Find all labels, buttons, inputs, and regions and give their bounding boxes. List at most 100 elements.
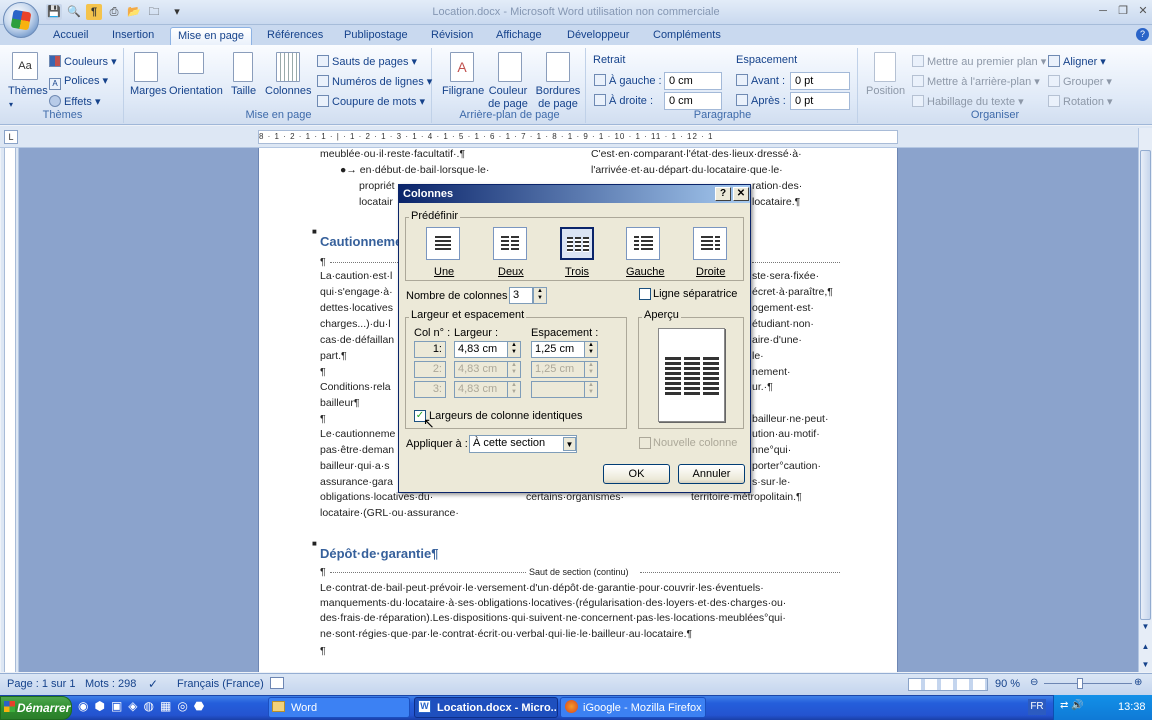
scrollbar-thumb[interactable] <box>1140 150 1151 620</box>
wrap-text-icon <box>912 95 924 107</box>
margins-button[interactable]: Marges <box>130 85 167 98</box>
macro-icon[interactable] <box>270 677 284 689</box>
position-icon[interactable] <box>874 52 896 82</box>
page-borders-button[interactable]: Bordures de page <box>534 85 582 111</box>
preset-three[interactable] <box>560 227 594 260</box>
scroll-down-icon[interactable]: ▼ <box>1140 622 1151 632</box>
orientation-icon[interactable] <box>178 52 204 74</box>
tab-accueil[interactable]: Accueil <box>46 27 95 45</box>
tab-complements[interactable]: Compléments <box>646 27 728 45</box>
preset-right[interactable] <box>693 227 727 260</box>
view-buttons[interactable] <box>908 678 988 691</box>
tab-references[interactable]: Références <box>260 27 330 45</box>
col-spacing-spinner[interactable]: ▲ ▼ <box>584 341 598 358</box>
position-button[interactable]: Position <box>866 85 905 98</box>
doc-line: ¶ <box>320 366 326 378</box>
page-color-button[interactable]: Couleur de page <box>485 85 531 111</box>
status-words[interactable]: Mots : 298 <box>85 678 136 690</box>
close-icon[interactable]: ✕ <box>733 187 749 201</box>
group-icon <box>1048 75 1060 87</box>
tab-developpeur[interactable]: Développeur <box>560 27 636 45</box>
line-numbers-button[interactable]: Numéros de lignes ▾ <box>317 75 432 89</box>
colors-button[interactable]: Couleurs ▾ <box>49 55 117 69</box>
vertical-ruler[interactable] <box>4 148 16 672</box>
ok-button[interactable]: OK <box>603 464 670 484</box>
tab-revision[interactable]: Révision <box>424 27 480 45</box>
minimize-icon[interactable]: ─ <box>1094 3 1112 19</box>
breaks-button[interactable]: Sauts de pages ▾ <box>317 55 417 69</box>
tab-selector-icon[interactable]: L <box>4 130 18 144</box>
group-button[interactable]: Grouper ▾ <box>1048 75 1112 89</box>
indent-right-icon <box>594 94 606 106</box>
rotate-button[interactable]: Rotation ▾ <box>1048 95 1113 109</box>
effects-button[interactable]: Effets ▾ <box>49 95 101 109</box>
watermark-icon[interactable]: A <box>450 52 474 82</box>
zoom-slider[interactable] <box>1044 683 1132 684</box>
margins-icon[interactable] <box>134 52 158 82</box>
num-cols-spinner[interactable]: ▲ ▼ <box>533 287 547 304</box>
next-page-icon[interactable]: ▼ <box>1140 660 1151 670</box>
zoom-in-icon[interactable]: ⊕ <box>1134 677 1142 688</box>
tab-affichage[interactable]: Affichage <box>489 27 549 45</box>
office-button[interactable] <box>3 2 39 38</box>
status-zoom[interactable]: 90 % <box>995 678 1020 690</box>
orientation-button[interactable]: Orientation <box>169 85 223 98</box>
doc-fragment: ogement·est· <box>752 302 814 314</box>
status-page[interactable]: Page : 1 sur 1 <box>7 678 76 690</box>
tray-icons[interactable]: ⇄ 🔊 <box>1060 700 1084 711</box>
quick-launch-icons[interactable]: ◉⬢▣◈◍▦◎⬣ <box>78 699 268 717</box>
zoom-slider-thumb[interactable] <box>1077 678 1083 689</box>
spacing-after-input[interactable]: 0 pt <box>790 92 850 110</box>
num-cols-input[interactable]: 3 <box>509 287 533 304</box>
spacing-before-input[interactable]: 0 pt <box>790 72 850 90</box>
size-icon[interactable] <box>233 52 253 82</box>
chevron-down-icon[interactable]: ▼ <box>563 437 576 451</box>
help-icon[interactable]: ? <box>715 187 731 201</box>
hyphenation-button[interactable]: Coupure de mots ▾ <box>317 95 425 109</box>
task-firefox[interactable]: iGoogle - Mozilla Firefox <box>560 697 706 718</box>
align-button[interactable]: Aligner ▾ <box>1048 55 1106 69</box>
columns-button[interactable]: Colonnes <box>265 85 311 98</box>
task-location-docx[interactable]: Location.docx - Micro... <box>414 697 558 718</box>
line-between-checkbox[interactable] <box>639 288 651 300</box>
tab-insertion[interactable]: Insertion <box>105 27 161 45</box>
dialog-title[interactable]: Colonnes <box>399 185 750 203</box>
spacing-label: Espacement <box>736 54 798 66</box>
horizontal-ruler[interactable]: 8 · 1 · 2 · 1 · 1 · | · 1 · 2 · 1 · 3 · … <box>258 130 898 144</box>
align-label: Aligner <box>1063 56 1098 68</box>
indent-right-input[interactable]: 0 cm <box>664 92 722 110</box>
tab-publipostage[interactable]: Publipostage <box>337 27 415 45</box>
watermark-button[interactable]: Filigrane <box>442 85 484 98</box>
preset-one[interactable] <box>426 227 460 260</box>
fonts-button[interactable]: A Polices ▾ <box>49 75 108 90</box>
firefox-icon <box>565 700 578 713</box>
language-indicator[interactable]: FR <box>1028 699 1046 715</box>
tab-mise-en-page[interactable]: Mise en page <box>170 27 253 45</box>
themes-icon[interactable]: Aa <box>12 52 38 80</box>
col-width-input[interactable]: 4,83 cm <box>454 341 508 358</box>
task-word-group[interactable]: Word <box>268 697 410 718</box>
status-language[interactable]: Français (France) <box>177 678 264 690</box>
apply-to-select[interactable]: À cette section <box>469 435 577 453</box>
bring-front-button[interactable]: Mettre au premier plan ▾ <box>912 55 1046 69</box>
themes-button[interactable]: Thèmes <box>8 85 48 98</box>
page-borders-icon[interactable] <box>546 52 570 82</box>
cancel-button[interactable]: Annuler <box>678 464 745 484</box>
close-icon[interactable]: ✕ <box>1134 3 1152 19</box>
size-button[interactable]: Taille <box>231 85 256 98</box>
wrap-text-button[interactable]: Habillage du texte ▾ <box>912 95 1024 109</box>
preview-columns <box>665 357 719 397</box>
preset-left[interactable] <box>626 227 660 260</box>
help-icon[interactable]: ? <box>1136 28 1149 41</box>
send-back-button[interactable]: Mettre à l'arrière-plan ▾ <box>912 75 1040 89</box>
columns-icon[interactable] <box>276 52 300 82</box>
col-width-spinner[interactable]: ▲ ▼ <box>507 341 521 358</box>
page-color-icon[interactable] <box>498 52 522 82</box>
col-spacing-input[interactable]: 1,25 cm <box>531 341 585 358</box>
prev-page-icon[interactable]: ▲ <box>1140 642 1151 652</box>
proofing-icon[interactable]: ✓ <box>148 677 158 691</box>
indent-left-input[interactable]: 0 cm <box>664 72 722 90</box>
zoom-out-icon[interactable]: ⊖ <box>1030 677 1038 688</box>
restore-icon[interactable]: ❐ <box>1114 3 1132 19</box>
preset-two[interactable] <box>493 227 527 260</box>
